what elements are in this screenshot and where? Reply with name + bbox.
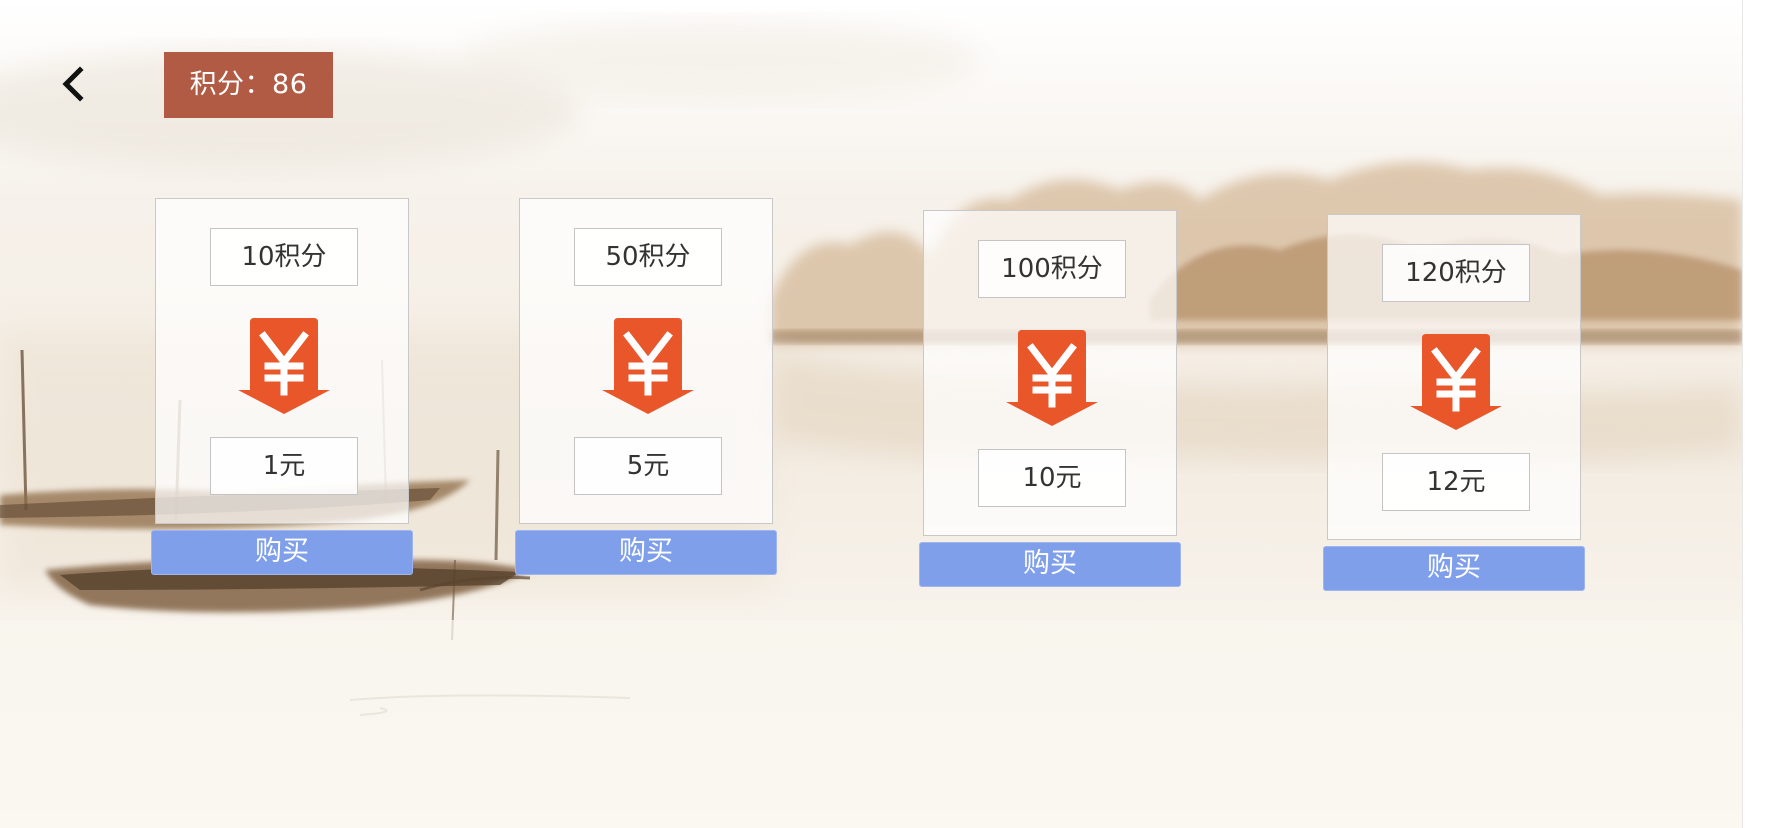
package-card: 10积分 1元 (155, 198, 409, 524)
chevron-left-icon (62, 66, 84, 102)
right-edge-strip (1742, 0, 1792, 828)
package-points-label: 50积分 (574, 228, 722, 286)
yen-download-icon (238, 318, 330, 414)
package-price-label: 1元 (210, 437, 358, 495)
shop-screen: 积分：86 10积分 1元 购买 50积分 5元 购买 100积分 10元 购买… (0, 0, 1742, 828)
back-button[interactable] (52, 62, 96, 106)
package-card: 50积分 5元 (519, 198, 773, 524)
buy-button[interactable]: 购买 (1323, 546, 1585, 591)
package-card: 120积分 12元 (1327, 214, 1581, 540)
package-price-label: 10元 (978, 449, 1126, 507)
buy-button[interactable]: 购买 (151, 530, 413, 575)
buy-button[interactable]: 购买 (919, 542, 1181, 587)
package-card: 100积分 10元 (923, 210, 1177, 536)
package-points-label: 100积分 (978, 240, 1126, 298)
yen-download-icon (1006, 330, 1098, 426)
points-balance-badge: 积分：86 (164, 52, 333, 118)
package-price-label: 5元 (574, 437, 722, 495)
package-points-label: 10积分 (210, 228, 358, 286)
package-points-label: 120积分 (1382, 244, 1530, 302)
package-price-label: 12元 (1382, 453, 1530, 511)
yen-download-icon (602, 318, 694, 414)
buy-button[interactable]: 购买 (515, 530, 777, 575)
yen-download-icon (1410, 334, 1502, 430)
